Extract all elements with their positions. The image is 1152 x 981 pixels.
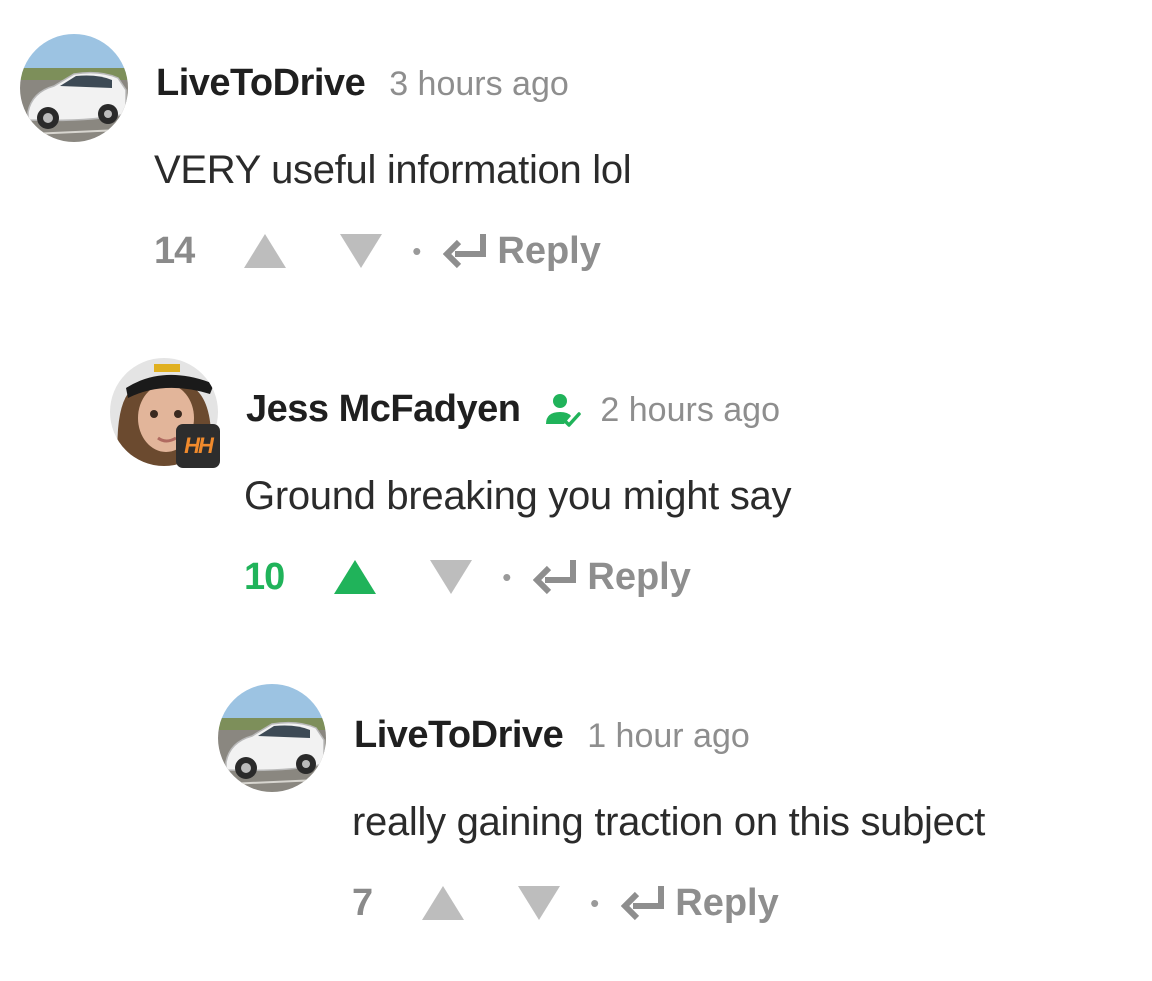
triangle-up-icon [422, 886, 465, 920]
comment: LiveToDrive 3 hours ago VERY useful info… [0, 0, 1152, 300]
reply-arrow-icon [533, 560, 577, 595]
author-name[interactable]: Jess McFadyen [246, 388, 521, 431]
comment-actions: 7 • Reply [352, 878, 779, 928]
comment-header: LiveToDrive 3 hours ago [156, 62, 569, 105]
reply-label[interactable]: Reply [587, 556, 690, 599]
upvote-button[interactable] [240, 229, 290, 273]
comment-body: VERY useful information lol [154, 148, 632, 192]
verified-user-icon [542, 390, 582, 430]
reply-label[interactable]: Reply [497, 230, 600, 273]
comment-actions: 10 • Reply [244, 552, 691, 602]
timestamp[interactable]: 1 hour ago [587, 717, 750, 756]
reply-button[interactable]: Reply [621, 882, 779, 925]
vote-score: 14 [154, 229, 195, 272]
comment-header: Jess McFadyen 2 hours ago [246, 388, 780, 431]
comment-body: really gaining traction on this subject [352, 800, 986, 844]
author-name[interactable]: LiveToDrive [156, 62, 366, 105]
timestamp[interactable]: 3 hours ago [389, 65, 569, 104]
comment-body: Ground breaking you might say [244, 474, 792, 518]
downvote-button[interactable] [426, 555, 476, 599]
avatar[interactable] [20, 34, 128, 142]
user-badge: HH [176, 424, 220, 468]
upvote-button[interactable] [418, 881, 468, 925]
reply-button[interactable]: Reply [443, 230, 601, 273]
separator-dot: • [590, 887, 600, 918]
triangle-down-icon [340, 234, 383, 268]
timestamp[interactable]: 2 hours ago [600, 391, 780, 430]
comment: HH Jess McFadyen 2 hours ago Ground brea… [0, 326, 1152, 626]
vote-score: 10 [244, 555, 285, 598]
vote-score: 7 [352, 881, 373, 924]
reply-arrow-icon [443, 234, 487, 269]
upvote-button[interactable] [330, 555, 380, 599]
triangle-up-icon [244, 234, 287, 268]
triangle-down-icon [518, 886, 561, 920]
triangle-down-icon [430, 560, 473, 594]
downvote-button[interactable] [514, 881, 564, 925]
reply-label[interactable]: Reply [675, 882, 778, 925]
comment-actions: 14 • Reply [154, 226, 601, 276]
car-avatar-icon [218, 684, 326, 792]
author-name[interactable]: LiveToDrive [354, 714, 564, 757]
avatar[interactable] [218, 684, 326, 792]
triangle-up-icon [334, 560, 377, 594]
downvote-button[interactable] [336, 229, 386, 273]
badge-text: HH [184, 433, 214, 458]
car-avatar-icon [20, 34, 128, 142]
comment: LiveToDrive 1 hour ago really gaining tr… [0, 652, 1152, 952]
reply-button[interactable]: Reply [533, 556, 691, 599]
separator-dot: • [502, 561, 512, 592]
separator-dot: • [412, 235, 422, 266]
reply-arrow-icon [621, 886, 665, 921]
comment-header: LiveToDrive 1 hour ago [354, 714, 750, 757]
